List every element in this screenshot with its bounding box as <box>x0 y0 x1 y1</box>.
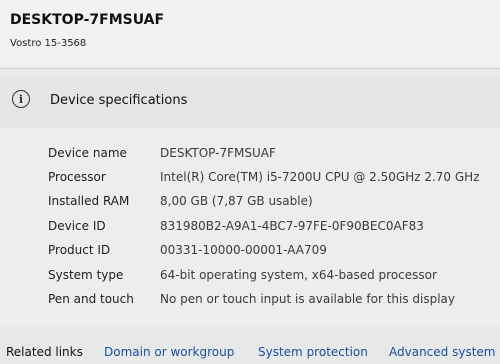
spec-label: Device name <box>48 146 127 160</box>
section-title: Device specifications <box>50 93 188 108</box>
device-specifications-header[interactable]: i Device specifications <box>0 76 500 128</box>
spec-label: Processor <box>48 170 106 184</box>
spec-value[interactable]: 00331-10000-00001-AA709 <box>160 239 327 261</box>
spec-label: System type <box>48 268 124 282</box>
system-protection-link[interactable]: System protection <box>258 345 368 359</box>
device-header: DESKTOP-7FMSUAF Vostro 15-3568 <box>0 0 500 66</box>
spec-row-pen-and-touch: Pen and touch No pen or touch input is a… <box>0 288 500 310</box>
spec-row-device-name: Device name DESKTOP-7FMSUAF <box>0 142 500 164</box>
spec-label: Installed RAM <box>48 194 130 208</box>
spec-row-processor: Processor Intel(R) Core(TM) i5-7200U CPU… <box>0 166 500 188</box>
spec-row-device-id: Device ID 831980B2-A9A1-4BC7-97FE-0F90BE… <box>0 215 500 237</box>
spec-value[interactable]: No pen or touch input is available for t… <box>160 288 455 310</box>
domain-or-workgroup-link[interactable]: Domain or workgroup <box>104 345 234 359</box>
divider <box>0 68 500 69</box>
info-icon: i <box>12 90 30 108</box>
advanced-system-link[interactable]: Advanced system <box>389 345 495 359</box>
device-title: DESKTOP-7FMSUAF <box>10 12 165 28</box>
spec-value[interactable]: 831980B2-A9A1-4BC7-97FE-0F90BEC0AF83 <box>160 215 424 237</box>
spec-row-installed-ram: Installed RAM 8,00 GB (7,87 GB usable) <box>0 190 500 212</box>
spec-value[interactable]: 64-bit operating system, x64-based proce… <box>160 264 437 286</box>
spec-value[interactable]: DESKTOP-7FMSUAF <box>160 142 276 164</box>
spec-label: Product ID <box>48 243 111 257</box>
spec-label: Pen and touch <box>48 292 134 306</box>
related-links-bar: Related links Domain or workgroup System… <box>0 330 500 364</box>
specifications-list: Device name DESKTOP-7FMSUAF Processor In… <box>0 128 500 326</box>
spec-value[interactable]: Intel(R) Core(TM) i5-7200U CPU @ 2.50GHz… <box>160 166 480 188</box>
spec-label: Device ID <box>48 219 106 233</box>
related-links-label: Related links <box>6 345 83 359</box>
spec-row-system-type: System type 64-bit operating system, x64… <box>0 264 500 286</box>
spec-value[interactable]: 8,00 GB (7,87 GB usable) <box>160 190 313 212</box>
spec-row-product-id: Product ID 00331-10000-00001-AA709 <box>0 239 500 261</box>
device-model: Vostro 15-3568 <box>10 38 87 49</box>
